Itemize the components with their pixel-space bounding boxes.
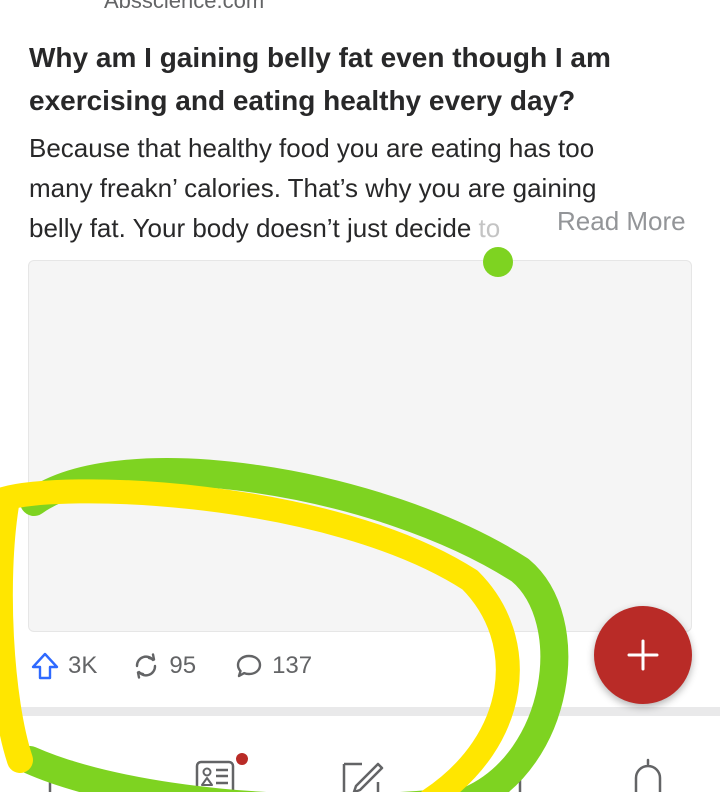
- share-icon: [136, 653, 157, 679]
- notifications-icon[interactable]: [628, 758, 668, 792]
- add-content-fab[interactable]: [594, 606, 692, 704]
- answer-fade-text: to: [478, 213, 501, 243]
- upvote-arrow-icon: [31, 652, 59, 680]
- comment-icon: [236, 654, 262, 678]
- answer-icon[interactable]: [195, 760, 237, 792]
- answer-actions-bar: 3K 95 137: [30, 646, 312, 686]
- spaces-icon[interactable]: [488, 762, 532, 792]
- upvote-count: 3K: [68, 652, 98, 679]
- answer-media-placeholder[interactable]: [28, 260, 692, 632]
- feed-divider: [0, 707, 720, 716]
- write-icon[interactable]: [340, 760, 386, 792]
- answer-notification-badge: [236, 753, 248, 765]
- answer-line: many freakn’ calories. That’s why you ar…: [29, 173, 597, 203]
- share-button[interactable]: 95: [131, 651, 196, 681]
- upvote-button[interactable]: 3K: [30, 651, 97, 681]
- plus-icon: [627, 639, 659, 671]
- read-more-link[interactable]: Read More: [555, 206, 686, 237]
- answer-line: Because that healthy food you are eating…: [29, 133, 595, 163]
- answer-line-text: belly fat. Your body doesn’t just decide: [29, 213, 472, 243]
- comment-button[interactable]: 137: [234, 651, 312, 681]
- answer-source[interactable]: Absscience.com: [104, 0, 264, 14]
- share-count: 95: [169, 652, 197, 679]
- home-icon[interactable]: [44, 758, 100, 792]
- comment-count: 137: [272, 652, 313, 679]
- question-title[interactable]: Why am I gaining belly fat even though I…: [29, 36, 689, 122]
- yellow-scribble-left-mark: [0, 492, 33, 773]
